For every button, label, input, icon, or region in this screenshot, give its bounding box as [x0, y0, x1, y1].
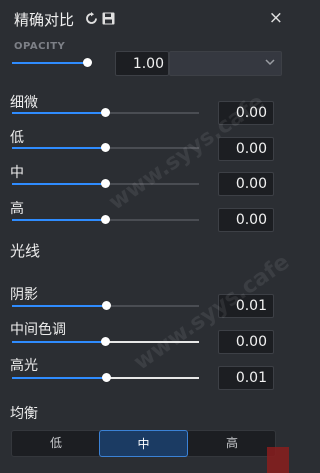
- chevron-down-icon: [265, 56, 275, 69]
- slider-fill: [12, 183, 105, 185]
- slider-fill: [12, 62, 87, 64]
- balance-segmented-control: 低 中 高: [11, 430, 276, 457]
- slider-thumb[interactable]: [101, 215, 110, 224]
- fine-value-field[interactable]: 0.00: [218, 101, 274, 125]
- midtones-value-field[interactable]: 0.00: [218, 330, 274, 354]
- slider-thumb[interactable]: [102, 301, 111, 310]
- mid-slider[interactable]: [12, 178, 199, 190]
- shadows-slider[interactable]: [12, 300, 199, 312]
- opacity-slider[interactable]: [12, 57, 92, 69]
- shadows-value-field[interactable]: 0.01: [218, 294, 274, 318]
- mid-value-field[interactable]: 0.00: [218, 172, 274, 196]
- section-title-light: 光线: [10, 242, 41, 260]
- opacity-dropdown[interactable]: [169, 51, 282, 76]
- slider-fill: [12, 112, 105, 114]
- slider-thumb[interactable]: [101, 179, 110, 188]
- slider-fill: [12, 377, 106, 379]
- highlights-value-field[interactable]: 0.01: [218, 366, 274, 390]
- opacity-label: OPACITY: [14, 41, 66, 52]
- slider-thumb[interactable]: [101, 108, 110, 117]
- slider-thumb[interactable]: [102, 373, 111, 382]
- reset-icon[interactable]: [84, 11, 98, 25]
- save-icon[interactable]: [101, 11, 115, 25]
- low-value-field[interactable]: 0.00: [218, 137, 274, 161]
- balance-option-low[interactable]: 低: [12, 431, 100, 456]
- slider-thumb[interactable]: [101, 143, 110, 152]
- slider-fill: [12, 341, 105, 343]
- low-slider[interactable]: [12, 142, 199, 154]
- panel-title: 精确对比: [14, 11, 75, 29]
- slider-fill: [12, 219, 105, 221]
- panel-header: 精确对比 ×: [0, 0, 289, 38]
- highlights-slider[interactable]: [12, 372, 199, 384]
- close-icon[interactable]: ×: [269, 9, 283, 27]
- slider-fill: [12, 147, 105, 149]
- high-value-field[interactable]: 0.00: [218, 208, 274, 232]
- balance-label: 均衡: [10, 406, 38, 422]
- balance-option-high[interactable]: 高: [188, 431, 276, 456]
- opacity-value-field[interactable]: 1.00: [115, 51, 169, 76]
- slider-thumb[interactable]: [83, 58, 92, 67]
- fine-slider[interactable]: [12, 107, 199, 119]
- midtones-slider[interactable]: [12, 336, 199, 348]
- balance-option-mid[interactable]: 中: [99, 430, 188, 457]
- slider-fill: [12, 305, 106, 307]
- high-slider[interactable]: [12, 214, 199, 226]
- slider-thumb[interactable]: [101, 337, 110, 346]
- seal-stamp: [267, 447, 289, 473]
